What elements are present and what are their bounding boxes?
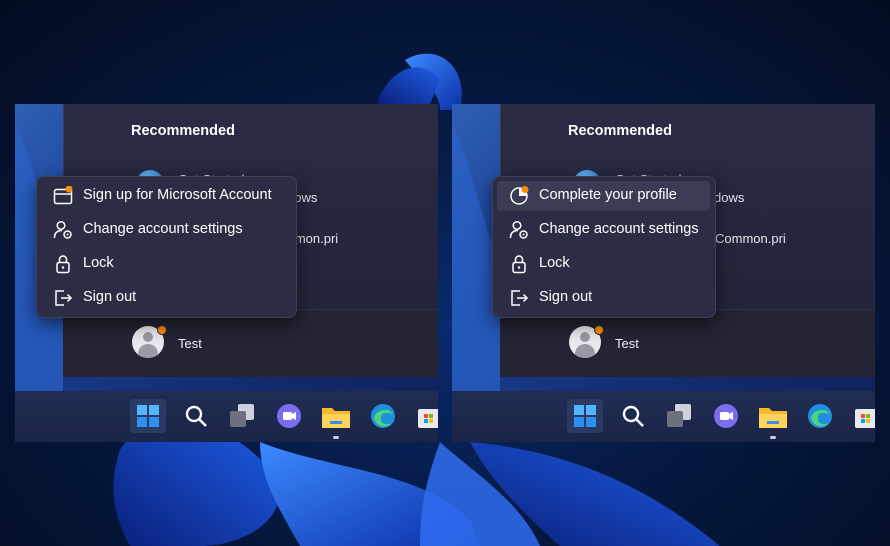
menu-item-sign-up[interactable]: Sign up for Microsoft Account <box>41 181 272 211</box>
account-badge-icon <box>53 186 73 205</box>
taskbar <box>15 391 438 442</box>
file-explorer-icon[interactable] <box>755 399 791 433</box>
rec-item-fragment[interactable]: dows <box>714 190 744 205</box>
task-view-icon[interactable] <box>225 399 261 433</box>
lock-icon <box>512 255 526 274</box>
rec-item-fragment[interactable]: Common.pri <box>715 231 786 246</box>
menu-item-label: Sign out <box>539 289 593 305</box>
start-menu-screenshot-right: Recommended Get Started dows Common.pri … <box>452 104 875 442</box>
menu-item-change-account-settings[interactable]: Change account settings <box>497 215 710 245</box>
start-menu-footer <box>63 309 438 377</box>
teams-chat-icon[interactable] <box>708 399 744 433</box>
task-view-icon[interactable] <box>662 399 698 433</box>
menu-item-label: Change account settings <box>539 221 699 237</box>
menu-item-complete-profile[interactable]: Complete your profile <box>497 181 710 211</box>
edge-icon[interactable] <box>802 399 838 433</box>
notification-dot <box>157 325 167 335</box>
file-explorer-icon[interactable] <box>318 399 354 433</box>
menu-item-label: Change account settings <box>83 221 243 237</box>
recommended-title: Recommended <box>568 123 672 139</box>
edge-icon[interactable] <box>365 399 401 433</box>
menu-item-lock[interactable]: Lock <box>497 249 710 279</box>
sign-out-icon <box>511 290 529 306</box>
search-icon[interactable] <box>178 399 214 433</box>
running-indicator <box>770 436 776 439</box>
menu-item-sign-out[interactable]: Sign out <box>497 283 710 313</box>
menu-item-label: Sign up for Microsoft Account <box>83 187 272 203</box>
user-settings-icon <box>53 220 72 239</box>
store-icon[interactable] <box>848 399 875 433</box>
windows-start-icon[interactable] <box>567 399 603 433</box>
user-name[interactable]: Test <box>178 336 202 351</box>
start-menu-footer <box>500 309 875 377</box>
menu-item-lock[interactable]: Lock <box>41 249 254 279</box>
menu-item-label: Lock <box>83 255 114 271</box>
lock-icon <box>56 255 70 274</box>
windows-start-icon[interactable] <box>130 399 166 433</box>
recommended-title: Recommended <box>131 123 235 139</box>
menu-item-label: Sign out <box>83 289 137 305</box>
teams-chat-icon[interactable] <box>271 399 307 433</box>
profile-progress-icon <box>510 186 529 205</box>
taskbar <box>452 391 875 442</box>
menu-item-label: Complete your profile <box>539 187 677 203</box>
running-indicator <box>333 436 339 439</box>
user-settings-icon <box>509 220 528 239</box>
start-menu-screenshot-left: Recommended Get Started dows mmon.pri Te… <box>15 104 438 442</box>
notification-dot <box>594 325 604 335</box>
menu-item-change-account-settings[interactable]: Change account settings <box>41 215 254 245</box>
store-icon[interactable] <box>411 399 438 433</box>
search-icon[interactable] <box>615 399 651 433</box>
account-context-menu: Sign up for Microsoft Account Change acc… <box>36 176 297 318</box>
user-name[interactable]: Test <box>615 336 639 351</box>
menu-item-label: Lock <box>539 255 570 271</box>
account-context-menu: Complete your profile Change account set… <box>492 176 716 318</box>
sign-out-icon <box>55 290 73 306</box>
menu-item-sign-out[interactable]: Sign out <box>41 283 254 313</box>
